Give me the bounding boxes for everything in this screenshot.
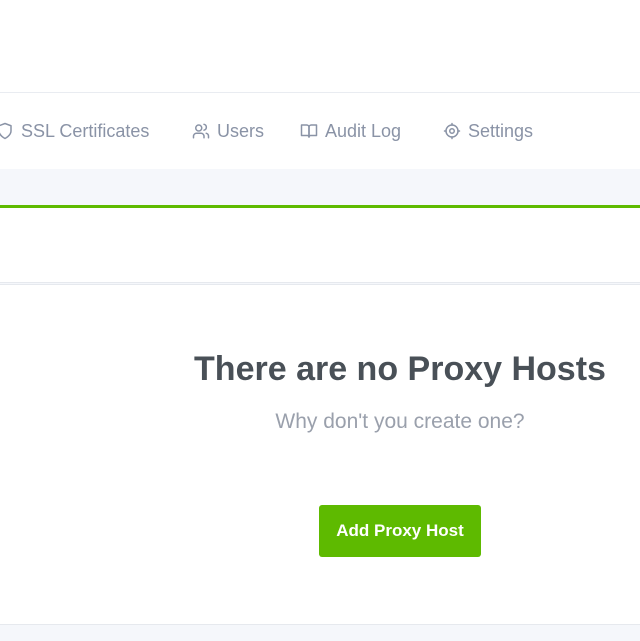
shield-icon [0,122,14,140]
page-header-strip [0,169,640,205]
nav-item-label: Audit Log [325,120,402,141]
card-toolbar [0,208,640,283]
empty-state-title: There are no Proxy Hosts [194,350,606,388]
nav-item-label: Settings [468,120,534,141]
empty-state-card [0,284,640,625]
empty-state-subtitle: Why don't you create one? [275,410,525,433]
nav-item-users[interactable]: Users [192,93,264,169]
page-footer-strip [0,624,640,641]
top-header [0,0,640,92]
nav-item-settings[interactable]: Settings [443,93,533,169]
users-icon [192,122,210,140]
book-icon [300,122,318,140]
main-navigation: SSL Certificates Users Audit Log Setting… [0,92,640,170]
add-proxy-host-button[interactable]: Add Proxy Host [319,505,481,557]
nav-item-label: SSL Certificates [21,120,150,141]
nav-item-audit-log[interactable]: Audit Log [300,93,401,169]
nav-item-ssl-certificates[interactable]: SSL Certificates [0,93,149,169]
nav-item-label: Users [217,120,265,141]
gear-icon [443,122,461,140]
